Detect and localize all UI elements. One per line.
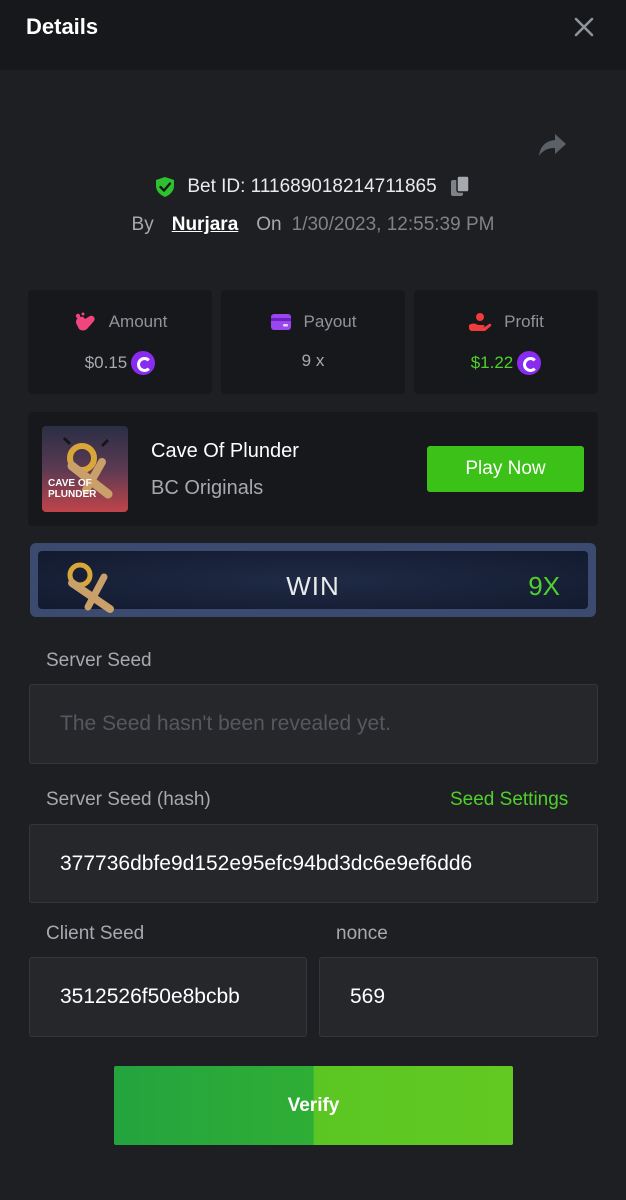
bet-id: Bet ID: 111689018214711865 <box>187 176 437 197</box>
bet-meta-row: By Nurjara On 1/30/2023, 12:55:39 PM <box>0 212 626 238</box>
game-card: CAVE OF PLUNDER Cave Of Plunder BC Origi… <box>28 412 598 526</box>
stats-row: Amount $0.15 Payout 9 x Profit $1.22 <box>28 290 598 394</box>
bet-datetime: 1/30/2023, 12:55:39 PM <box>291 214 495 235</box>
amount-card: Amount $0.15 <box>28 290 212 394</box>
username-link[interactable]: Nurjara <box>172 214 239 236</box>
result-label: WIN <box>286 571 340 601</box>
shield-check-icon <box>156 177 175 197</box>
share-icon[interactable] <box>538 132 568 158</box>
payout-value: 9 x <box>301 351 325 370</box>
payout-label: Payout <box>303 312 357 331</box>
play-now-button[interactable]: Play Now <box>427 446 584 492</box>
payout-card: Payout 9 x <box>221 290 405 394</box>
close-icon[interactable] <box>572 15 596 39</box>
amount-value: $0.15 <box>84 353 128 372</box>
verify-button[interactable]: Verify <box>114 1066 513 1145</box>
result-banner: WIN 9X <box>30 543 596 617</box>
client-seed-label: Client Seed <box>46 923 145 944</box>
game-thumbnail[interactable]: CAVE OF PLUNDER <box>42 426 128 512</box>
seed-settings-link[interactable]: Seed Settings <box>450 789 568 811</box>
result-banner-inner: WIN 9X <box>38 551 588 613</box>
coin-icon <box>131 351 156 375</box>
on-label: On <box>256 214 282 235</box>
server-seed-hash-label: Server Seed (hash) <box>46 789 211 810</box>
profit-card: Profit $1.22 <box>414 290 598 394</box>
server-seed-field[interactable]: The Seed hasn't been revealed yet. <box>29 684 598 764</box>
client-seed-field[interactable]: 3512526f50e8bcbb <box>29 957 307 1037</box>
thumbnail-text: CAVE OF PLUNDER <box>48 478 97 500</box>
bet-id-row: Bet ID: 111689018214711865 <box>0 174 626 200</box>
game-name: Cave Of Plunder <box>151 440 299 462</box>
amount-icon <box>75 312 95 331</box>
payout-card-icon <box>270 314 291 330</box>
game-provider: BC Originals <box>151 477 264 499</box>
page-title: Details <box>26 14 99 39</box>
profit-label: Profit <box>504 312 544 331</box>
header: Details <box>0 0 626 70</box>
copy-icon[interactable] <box>449 175 471 199</box>
profit-hand-icon <box>469 313 492 331</box>
profit-value: $1.22 <box>470 353 514 372</box>
server-seed-hash-field[interactable]: 377736dbfe9d152e95efc94bd3dc6e9ef6dd6 <box>29 824 598 903</box>
coin-icon <box>517 351 542 375</box>
nonce-label: nonce <box>336 923 388 944</box>
nonce-field[interactable]: 569 <box>319 957 598 1037</box>
amount-label: Amount <box>108 312 168 331</box>
by-label: By <box>131 214 154 235</box>
server-seed-label: Server Seed <box>46 650 152 671</box>
result-multiplier: 9X <box>528 571 560 601</box>
